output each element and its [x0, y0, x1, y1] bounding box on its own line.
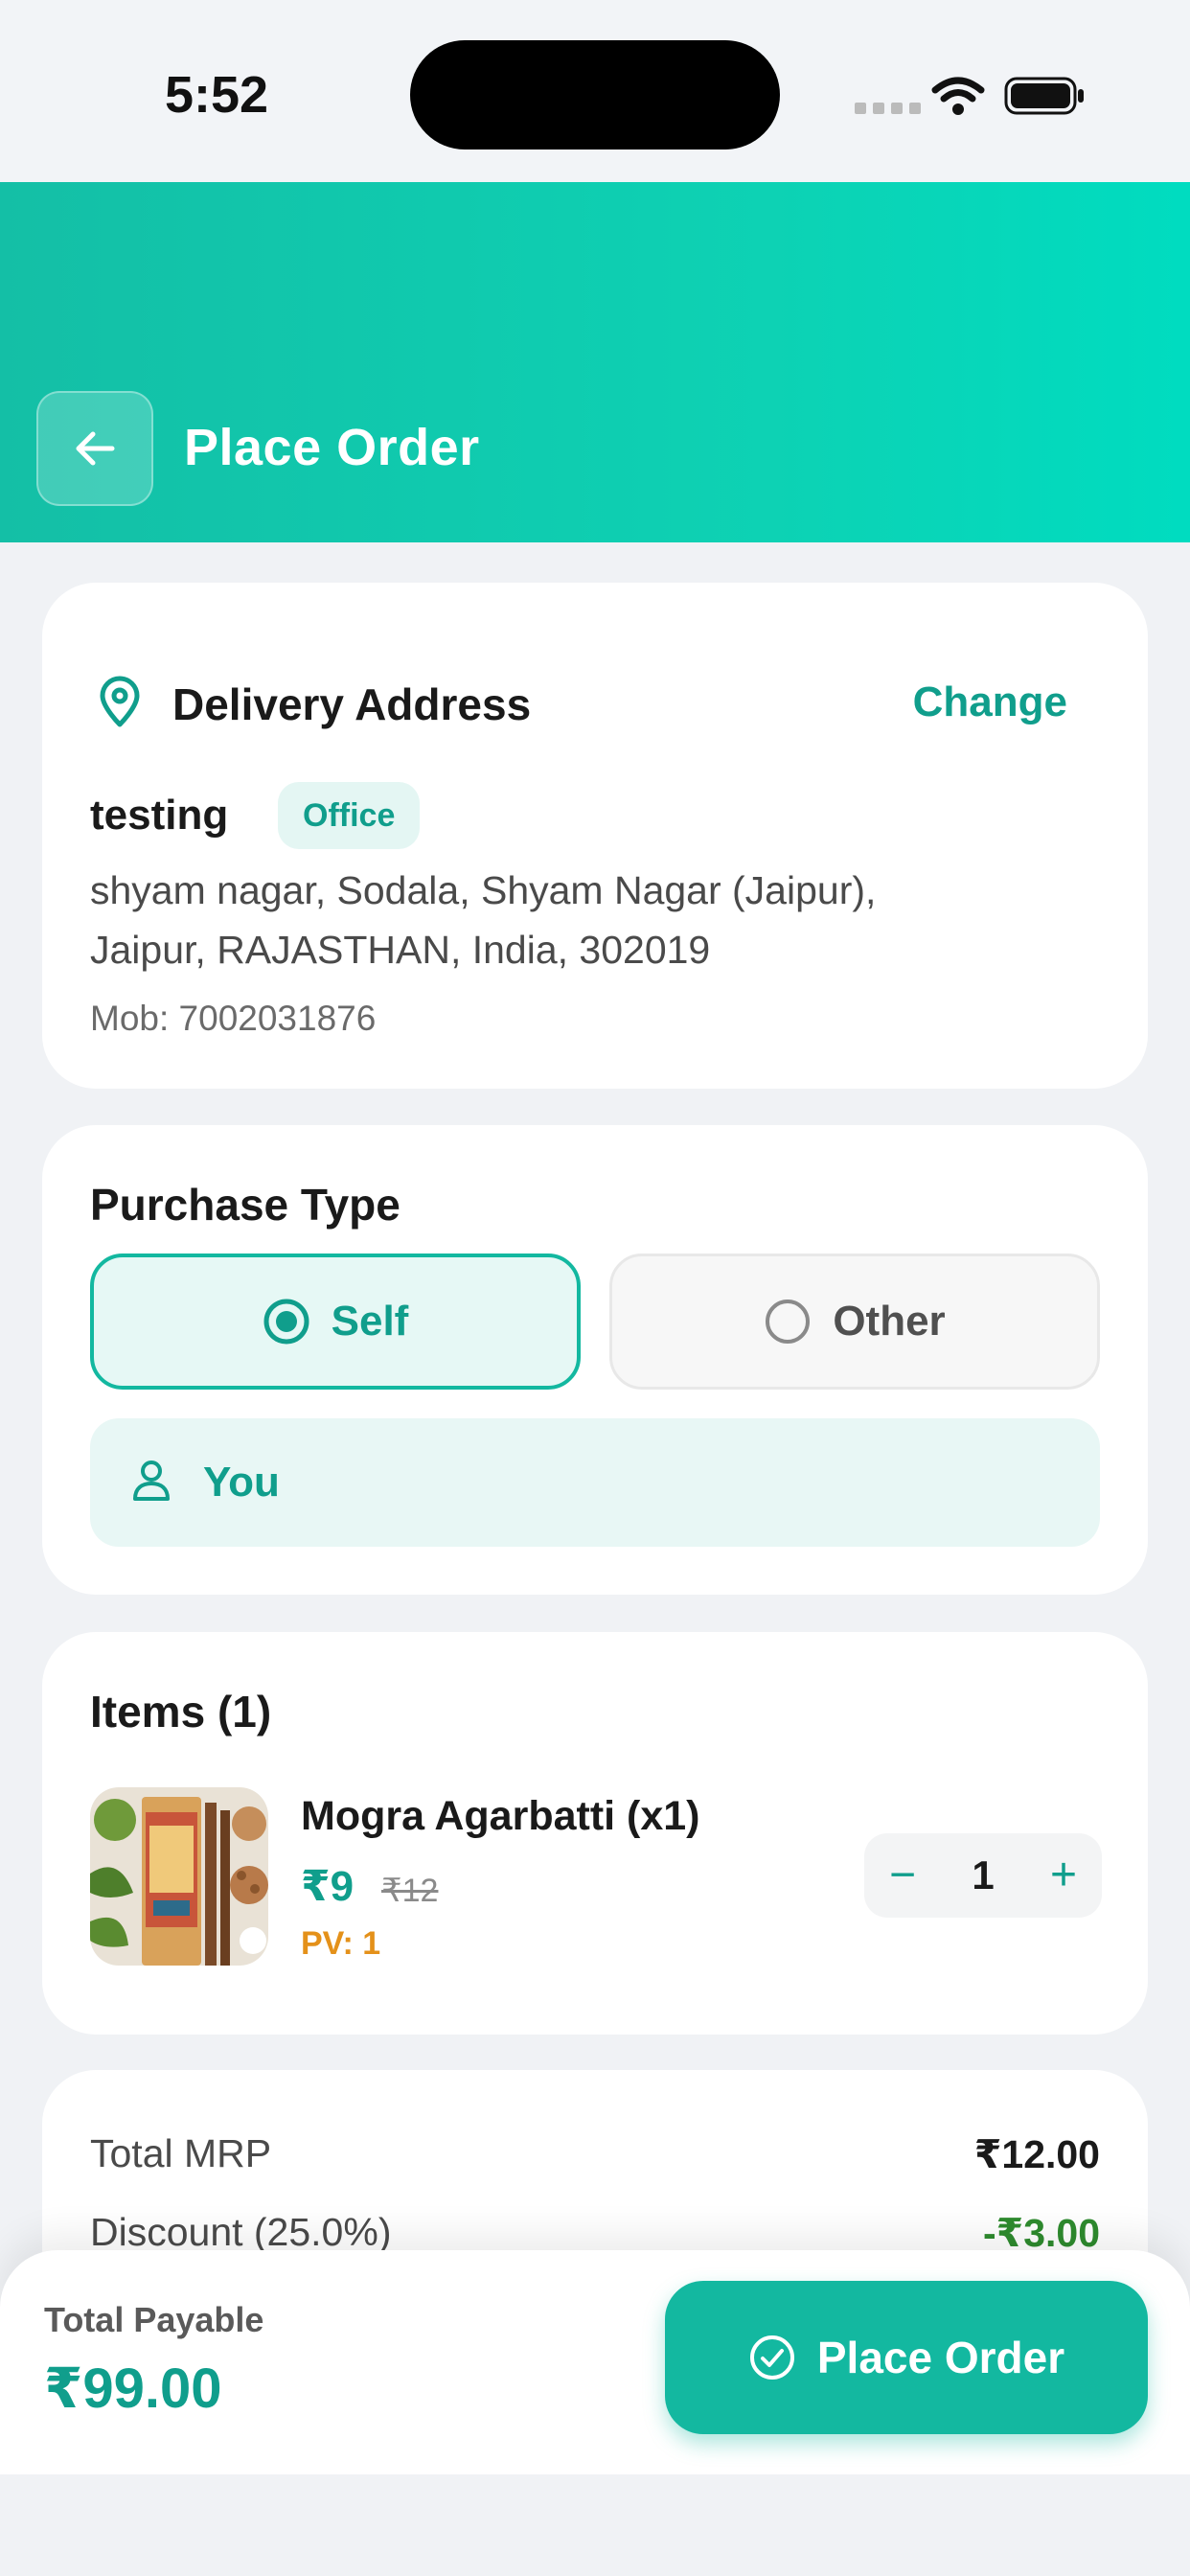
- product-mrp: ₹12: [381, 1873, 439, 1909]
- recipient-box: You: [90, 1418, 1100, 1547]
- product-name: Mogra Agarbatti (x1): [301, 1793, 700, 1839]
- home-indicator-area: [0, 2474, 1190, 2576]
- check-circle-icon: [749, 2335, 794, 2380]
- dynamic-island: [410, 40, 780, 150]
- recipient-label: You: [203, 1459, 280, 1506]
- purchase-option-self[interactable]: Self: [90, 1254, 581, 1390]
- summary-row-total-mrp: Total MRP ₹12.00: [90, 2131, 1100, 2177]
- arrow-left-icon: [76, 431, 115, 466]
- items-title: Items (1): [90, 1687, 272, 1736]
- battery-icon: [1004, 75, 1087, 122]
- purchase-option-label: Other: [833, 1298, 946, 1345]
- address-mobile: Mob: 7002031876: [90, 999, 377, 1038]
- product-price: ₹9: [301, 1863, 355, 1910]
- delivery-address-card: Delivery Address Change testing Office s…: [42, 583, 1148, 1089]
- total-payable-value: ₹99.00: [44, 2358, 222, 2420]
- purchase-option-other[interactable]: Other: [609, 1254, 1100, 1390]
- wifi-icon: [931, 77, 985, 122]
- place-order-button[interactable]: Place Order: [665, 2281, 1148, 2434]
- summary-value: ₹12.00: [973, 2132, 1100, 2176]
- quantity-value: 1: [972, 1852, 995, 1898]
- header-banner: [0, 182, 1190, 542]
- total-payable-label: Total Payable: [44, 2300, 264, 2339]
- back-button[interactable]: [36, 391, 153, 506]
- address-line-2: Jaipur, RAJASTHAN, India, 302019: [90, 928, 711, 972]
- summary-label: Total MRP: [90, 2131, 272, 2175]
- location-pin-icon: [96, 675, 144, 733]
- decrease-quantity-button[interactable]: −: [864, 1837, 941, 1914]
- product-pv: PV: 1: [301, 1925, 381, 1962]
- product-image: [90, 1787, 268, 1966]
- address-name: testing: [90, 792, 229, 839]
- purchase-option-label: Self: [331, 1298, 409, 1345]
- summary-row-discount: Discount (25.0%) -₹3.00: [90, 2210, 1100, 2256]
- status-time: 5:52: [165, 66, 269, 124]
- change-address-button[interactable]: Change: [913, 678, 1067, 726]
- cellular-signal-icon: [855, 102, 927, 119]
- summary-label: Discount (25.0%): [90, 2210, 392, 2254]
- purchase-type-card: Purchase Type Self Other You: [42, 1125, 1148, 1595]
- place-order-label: Place Order: [816, 2333, 1065, 2382]
- address-tag-badge: Office: [278, 782, 421, 849]
- checkout-bar: Total Payable ₹99.00 Place Order: [0, 2250, 1190, 2474]
- summary-value: -₹3.00: [983, 2211, 1100, 2255]
- radio-unselected-icon: [766, 1300, 811, 1344]
- items-card: Items (1) Mogra Agarbatti (x1) ₹9 ₹12 PV…: [42, 1632, 1148, 2035]
- delivery-address-heading: Delivery Address: [172, 679, 532, 729]
- person-icon: [130, 1459, 172, 1507]
- status-bar: 5:52: [0, 0, 1190, 182]
- page-title: Place Order: [184, 419, 480, 476]
- radio-selected-icon: [263, 1299, 309, 1345]
- purchase-type-title: Purchase Type: [90, 1180, 400, 1230]
- address-line-1: shyam nagar, Sodala, Shyam Nagar (Jaipur…: [90, 868, 877, 912]
- quantity-stepper: − 1 +: [864, 1833, 1102, 1918]
- increase-quantity-button[interactable]: +: [1025, 1837, 1102, 1914]
